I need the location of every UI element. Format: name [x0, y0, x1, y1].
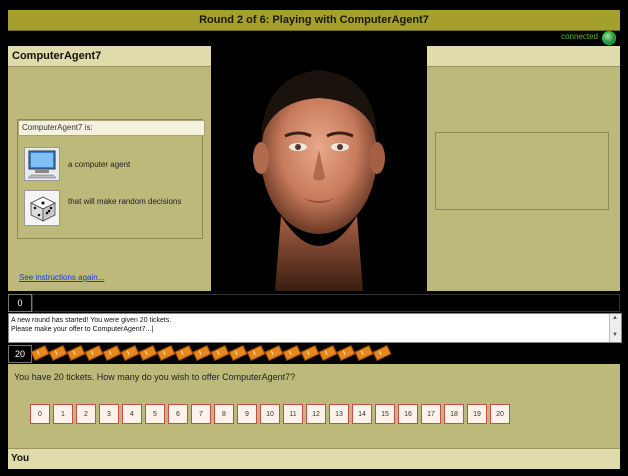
agent-face-avatar — [211, 46, 427, 291]
log-line: A new round has started! You were given … — [11, 317, 172, 324]
see-instructions-link[interactable]: See instructions again... — [19, 273, 104, 282]
offer-button[interactable]: 7 — [191, 404, 211, 424]
opponent-description-box: ComputerAgent7 is: a computer agent that… — [17, 119, 205, 239]
offer-panel: You have 20 tickets. How many do you wis… — [8, 364, 620, 448]
ticket-icon — [354, 345, 374, 361]
title-bar: Round 2 of 6: Playing with ComputerAgent… — [8, 10, 620, 31]
offer-button[interactable]: 15 — [375, 404, 395, 424]
offer-button[interactable]: 4 — [122, 404, 142, 424]
status-bar: connected — [8, 31, 620, 45]
ticket-icon — [156, 345, 176, 361]
ticket-icon — [282, 345, 302, 361]
offer-button[interactable]: 3 — [99, 404, 119, 424]
computer-icon — [24, 147, 60, 181]
ticket-icon — [102, 345, 122, 361]
player-panel — [427, 46, 620, 291]
connection-status: connected — [561, 32, 598, 41]
offer-button[interactable]: 17 — [421, 404, 441, 424]
offer-button[interactable]: 19 — [467, 404, 487, 424]
scroll-down-arrow-icon[interactable]: ▼ — [612, 332, 618, 338]
opponent-info-panel: ComputerAgent7 ComputerAgent7 is: a comp… — [8, 46, 211, 291]
offer-button-row: 0 1 2 3 4 5 6 7 8 9 10 11 12 13 14 15 16 17 18 19 20 — [30, 404, 510, 424]
agent-ticket-bar — [32, 294, 620, 312]
ticket-icon — [246, 345, 266, 361]
log-scrollbar[interactable]: ▲ ▼ — [609, 314, 621, 342]
log-line: Please make your offer to ComputerAgent7… — [11, 326, 154, 333]
dice-icon — [24, 190, 60, 226]
offer-button[interactable]: 14 — [352, 404, 372, 424]
offer-button[interactable]: 1 — [53, 404, 73, 424]
ticket-icon — [84, 345, 104, 361]
offer-button[interactable]: 20 — [490, 404, 510, 424]
ticket-icon — [336, 345, 356, 361]
scroll-up-arrow-icon[interactable]: ▲ — [612, 315, 618, 321]
offer-button[interactable]: 10 — [260, 404, 280, 424]
ticket-icon — [192, 345, 212, 361]
agent-ticket-count: 0 — [8, 294, 32, 312]
ticket-icon — [120, 345, 140, 361]
message-log[interactable]: A new round has started! You were given … — [8, 313, 622, 343]
offer-button[interactable]: 6 — [168, 404, 188, 424]
offer-prompt: You have 20 tickets. How many do you wis… — [14, 372, 296, 382]
offer-button[interactable]: 12 — [306, 404, 326, 424]
player-panel-header — [427, 46, 620, 67]
player-ticket-count: 20 — [8, 345, 32, 363]
opponent-name: ComputerAgent7 — [12, 50, 102, 62]
ticket-icon — [372, 345, 392, 361]
agent-ticket-row: 0 — [8, 293, 620, 312]
ticket-icon — [138, 345, 158, 361]
player-name: You — [11, 453, 30, 464]
random-decisions-description: that will make random decisions — [68, 197, 182, 206]
round-title: Round 2 of 6: Playing with ComputerAgent… — [199, 14, 429, 26]
offer-button[interactable]: 8 — [214, 404, 234, 424]
player-ticket-row: 20 — [8, 343, 620, 363]
ticket-icon — [48, 345, 68, 361]
offer-button[interactable]: 9 — [237, 404, 257, 424]
ticket-icon — [228, 345, 248, 361]
offer-button[interactable]: 13 — [329, 404, 349, 424]
ticket-icon — [174, 345, 194, 361]
player-info-box — [435, 132, 609, 210]
offer-button[interactable]: 16 — [398, 404, 418, 424]
offer-button[interactable]: 18 — [444, 404, 464, 424]
game-window: Round 2 of 6: Playing with ComputerAgent… — [0, 0, 628, 476]
offer-button[interactable]: 5 — [145, 404, 165, 424]
ticket-icon — [318, 345, 338, 361]
opponent-header: ComputerAgent7 — [8, 46, 211, 67]
connected-globe-icon — [602, 31, 616, 45]
ticket-icon — [264, 345, 284, 361]
ticket-icon — [30, 345, 50, 361]
ticket-icon — [300, 345, 320, 361]
ticket-icon — [210, 345, 230, 361]
ticket-strip — [30, 345, 392, 361]
computer-agent-description: a computer agent — [68, 160, 131, 169]
offer-button[interactable]: 11 — [283, 404, 303, 424]
offer-button[interactable]: 0 — [30, 404, 50, 424]
offer-button[interactable]: 2 — [76, 404, 96, 424]
opponent-description-heading: ComputerAgent7 is: — [18, 120, 205, 136]
ticket-icon — [66, 345, 86, 361]
player-name-bar: You — [8, 448, 620, 469]
